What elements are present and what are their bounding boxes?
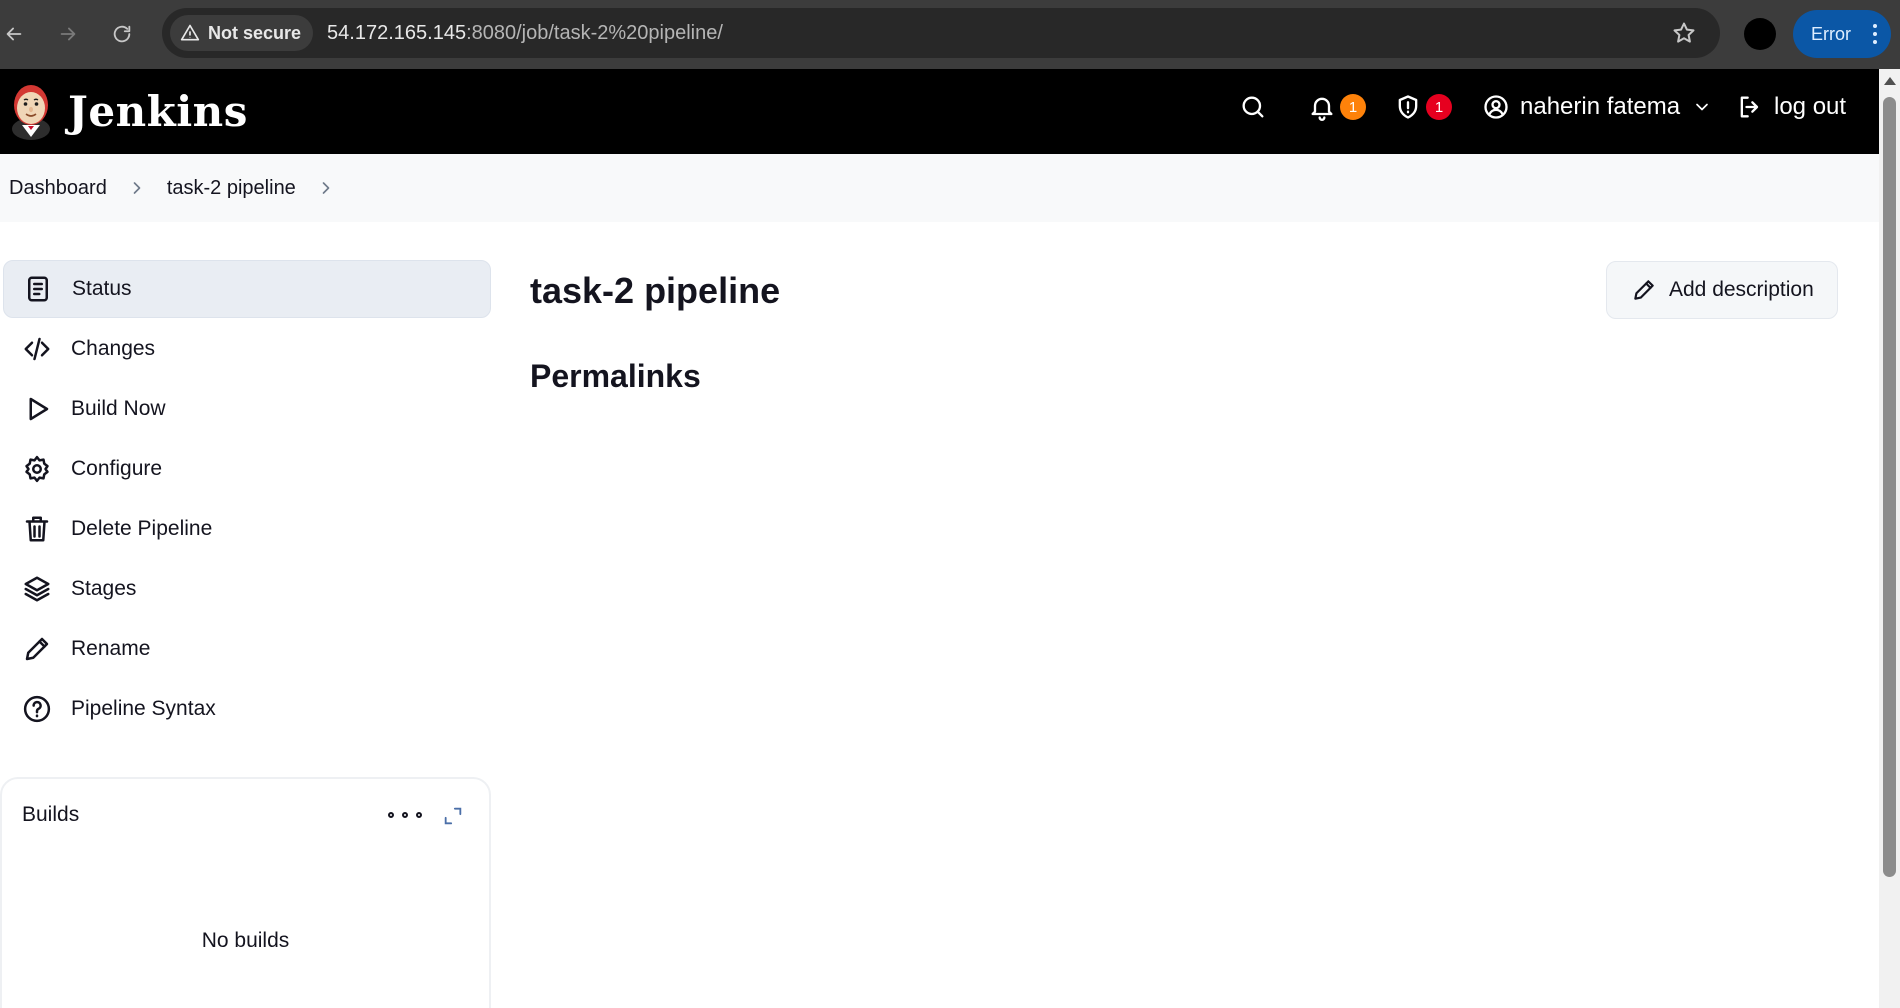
- sidebar-item-label: Delete Pipeline: [71, 517, 213, 540]
- address-bar[interactable]: Not secure 54.172.165.145:8080/job/task-…: [162, 8, 1720, 58]
- breadcrumb-job[interactable]: task-2 pipeline: [167, 177, 296, 200]
- sidebar-item-label: Stages: [71, 577, 137, 600]
- browser-error-button[interactable]: Error: [1793, 10, 1891, 58]
- builds-title: Builds: [22, 803, 80, 826]
- breadcrumb-dashboard[interactable]: Dashboard: [9, 177, 107, 200]
- sidebar-item-delete-pipeline[interactable]: Delete Pipeline: [3, 500, 491, 558]
- builds-expand-button[interactable]: [442, 805, 464, 827]
- sidebar-item-rename[interactable]: Rename: [3, 620, 491, 678]
- permalinks-heading: Permalinks: [530, 358, 701, 394]
- sidebar-item-label: Status: [72, 277, 132, 300]
- breadcrumb-job-menu-chevron[interactable]: [316, 178, 336, 198]
- pencil-icon: [21, 633, 53, 665]
- browser-toolbar: Not secure 54.172.165.145:8080/job/task-…: [0, 0, 1900, 69]
- warning-icon: [180, 24, 200, 41]
- add-description-button[interactable]: Add description: [1606, 261, 1838, 319]
- url-host: 54.172.165.145: [327, 21, 467, 44]
- sidebar-item-build-now[interactable]: Build Now: [3, 380, 491, 438]
- chevron-right-icon: [127, 178, 147, 198]
- star-icon: [1673, 22, 1695, 43]
- breadcrumb: Dashboard task-2 pipeline: [0, 154, 1879, 222]
- sidebar-item-changes[interactable]: Changes: [3, 320, 491, 378]
- page-scrollbar[interactable]: [1879, 69, 1900, 1008]
- back-button[interactable]: [0, 14, 34, 54]
- add-description-label: Add description: [1669, 278, 1814, 301]
- builds-more-button[interactable]: [388, 803, 422, 827]
- search-icon: [1242, 96, 1264, 118]
- notifications-badge: 1: [1340, 94, 1366, 120]
- expand-icon: [444, 807, 462, 825]
- user-name: naherin fatema: [1520, 93, 1681, 120]
- forward-button[interactable]: [48, 14, 88, 54]
- layers-icon: [21, 573, 53, 605]
- search-button[interactable]: [1224, 81, 1282, 133]
- security-label: Not secure: [208, 22, 302, 43]
- help-icon: [21, 693, 53, 725]
- sidebar-item-label: Build Now: [71, 397, 166, 420]
- reload-button[interactable]: [102, 14, 142, 54]
- jenkins-logo-link[interactable]: Jenkins: [8, 81, 248, 141]
- sidebar-item-label: Pipeline Syntax: [71, 697, 216, 720]
- pencil-icon: [1634, 280, 1654, 300]
- arrow-right-icon: [60, 27, 76, 41]
- builds-widget: Builds No builds: [0, 777, 491, 1008]
- error-label: Error: [1811, 23, 1851, 44]
- kebab-menu-icon: [1873, 24, 1877, 44]
- code-icon: [21, 333, 53, 365]
- gear-icon: [21, 453, 53, 485]
- shield-alert-icon: [1398, 95, 1418, 119]
- user-menu-button[interactable]: naherin fatema: [1474, 81, 1720, 133]
- user-circle-icon: [1484, 95, 1508, 119]
- security-alerts-button[interactable]: 1: [1386, 81, 1460, 133]
- scroll-up-arrow-icon[interactable]: [1884, 77, 1896, 85]
- url-path: :8080/job/task-2%20pipeline/: [466, 21, 723, 44]
- notifications-button[interactable]: 1: [1300, 81, 1374, 133]
- sidebar-item-pipeline-syntax[interactable]: Pipeline Syntax: [3, 680, 491, 738]
- jenkins-title: Jenkins: [68, 86, 248, 136]
- jenkins-header: Jenkins 1 1 naherin fatema log out: [0, 69, 1879, 154]
- status-icon: [22, 273, 54, 305]
- profile-avatar[interactable]: [1744, 18, 1776, 50]
- play-icon: [21, 393, 53, 425]
- no-builds-message: No builds: [201, 929, 290, 952]
- sidebar-item-status[interactable]: Status: [3, 260, 491, 318]
- security-chip[interactable]: Not secure: [170, 15, 314, 51]
- side-panel: Status Changes Build Now Configure Delet…: [3, 260, 491, 740]
- sidebar-item-label: Configure: [71, 457, 163, 480]
- sidebar-item-label: Changes: [71, 337, 156, 360]
- security-badge: 1: [1426, 94, 1452, 120]
- bookmark-button[interactable]: [1672, 21, 1696, 45]
- logout-icon: [1740, 96, 1759, 118]
- chevron-down-icon: [1696, 103, 1708, 111]
- sidebar-item-stages[interactable]: Stages: [3, 560, 491, 618]
- sidebar-item-configure[interactable]: Configure: [3, 440, 491, 498]
- logout-label: log out: [1774, 93, 1847, 120]
- page-title: task-2 pipeline: [530, 270, 781, 311]
- trash-icon: [21, 513, 53, 545]
- logout-button[interactable]: log out: [1728, 81, 1854, 133]
- bell-icon: [1311, 97, 1333, 121]
- arrow-left-icon: [6, 27, 22, 41]
- url-text[interactable]: 54.172.165.145:8080/job/task-2%20pipelin…: [327, 22, 723, 45]
- reload-icon: [113, 25, 131, 43]
- jenkins-butler-icon: [12, 85, 50, 140]
- scrollbar-thumb[interactable]: [1883, 97, 1896, 877]
- sidebar-item-label: Rename: [71, 637, 151, 660]
